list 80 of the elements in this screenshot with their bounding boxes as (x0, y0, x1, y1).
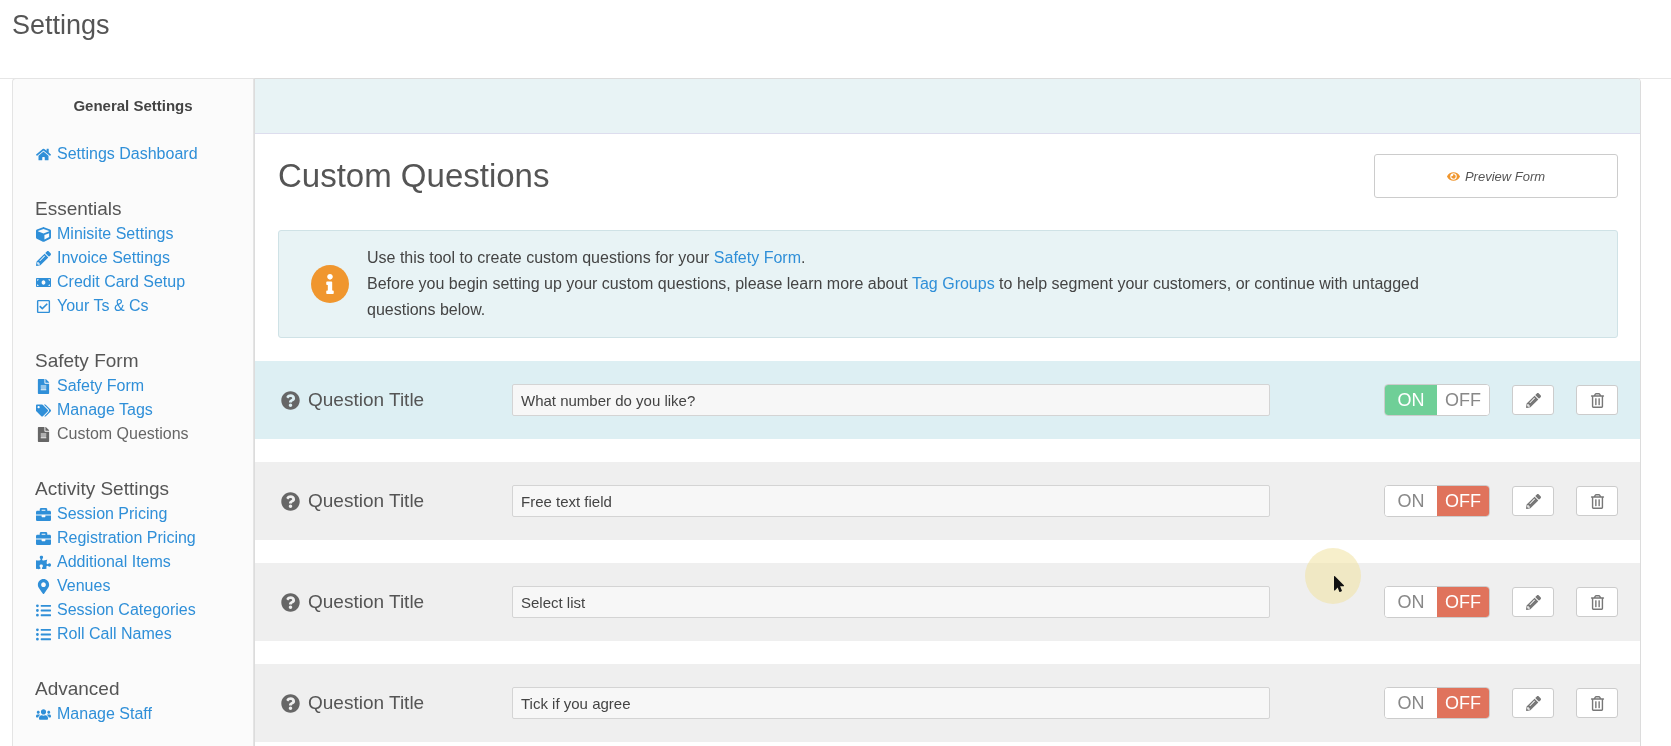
list-icon (35, 602, 51, 618)
question-input[interactable]: Free text field (512, 485, 1270, 517)
delete-button[interactable] (1576, 688, 1618, 718)
cursor-highlight (1305, 548, 1361, 604)
pencil-icon (1525, 594, 1541, 610)
on-off-toggle[interactable]: ON OFF (1384, 384, 1490, 416)
document-icon (35, 378, 51, 394)
sidebar-link[interactable]: Session Pricing (35, 502, 253, 526)
edit-button[interactable] (1512, 688, 1554, 718)
delete-button[interactable] (1576, 587, 1618, 617)
pencil-icon (35, 250, 51, 266)
cursor-icon (1331, 576, 1347, 592)
trash-icon (1589, 695, 1605, 711)
info-text: Use this tool to create custom questions for your Safety Form. Before you begin setting up your custom questions, please learn more about Tag Groups to help segment your customers, or continue with untagged questions below. (367, 248, 1420, 320)
section-heading: Advanced (35, 678, 121, 700)
question-label: Question Title (308, 692, 426, 714)
sidebar-link[interactable]: Manage Tags (35, 398, 253, 422)
help-icon (281, 592, 300, 612)
section-heading: Essentials (35, 198, 123, 220)
delete-button[interactable] (1576, 385, 1618, 415)
sidebar-link[interactable]: Manage Staff (35, 702, 253, 726)
question-input[interactable]: Select list (512, 586, 1270, 618)
home-icon (35, 146, 51, 162)
on-off-toggle[interactable]: ON OFF (1384, 485, 1490, 517)
sidebar-link[interactable]: Credit Card Setup (35, 270, 253, 294)
info-icon (311, 265, 349, 303)
preview-button[interactable]: Preview Form (1374, 154, 1618, 198)
sidebar-link[interactable]: Custom Questions (35, 422, 253, 446)
document-icon (35, 426, 51, 442)
question-label: Question Title (308, 389, 426, 411)
section-heading: Safety Form (35, 350, 140, 372)
sidebar-link[interactable]: Additional Items (35, 550, 253, 574)
briefcase-icon (35, 506, 51, 522)
pencil-icon (1525, 493, 1541, 509)
question-row[interactable]: Question Title Select list ON OFF (255, 563, 1640, 641)
edit-button[interactable] (1512, 587, 1554, 617)
info-link[interactable]: Tag Groups (911, 275, 995, 292)
sidebar-link[interactable]: Minisite Settings (35, 222, 253, 246)
sidebar-link[interactable]: Roll Call Names (35, 622, 253, 646)
question-row[interactable]: Question Title Tick if you agree ON OFF (255, 664, 1640, 742)
section-heading: Activity Settings (35, 478, 171, 500)
tags-icon (35, 402, 51, 418)
page-title: Settings (11, 9, 111, 42)
briefcase-icon (35, 530, 51, 546)
section-title: Custom Questions (278, 157, 550, 195)
question-input[interactable]: What number do you like? (512, 384, 1270, 416)
sidebar-link[interactable]: Safety Form (35, 374, 253, 398)
question-row[interactable]: Question Title Free text field ON OFF (255, 462, 1640, 540)
pencil-icon (1525, 392, 1541, 408)
trash-icon (1589, 392, 1605, 408)
help-icon (281, 491, 300, 511)
checkbox-icon (35, 298, 51, 314)
info-link[interactable]: Safety Form (713, 249, 801, 266)
on-off-toggle[interactable]: ON OFF (1384, 687, 1490, 719)
help-icon (281, 390, 300, 410)
pencil-icon (1525, 695, 1541, 711)
on-off-toggle[interactable]: ON OFF (1384, 586, 1490, 618)
sidebar-title: General Settings (72, 97, 194, 114)
sidebar-link[interactable]: Session Categories (35, 598, 253, 622)
trash-icon (1589, 594, 1605, 610)
sidebar-link[interactable]: Invoice Settings (35, 246, 253, 270)
cube-icon (35, 226, 51, 242)
question-row[interactable]: Question Title What number do you like? ON OFF (255, 361, 1640, 439)
sidebar-link[interactable]: Your Ts & Cs (35, 294, 253, 318)
eye-icon (1446, 169, 1460, 183)
list-icon (35, 626, 51, 642)
map-pin-icon (35, 578, 51, 594)
puzzle-icon (35, 554, 51, 570)
edit-button[interactable] (1512, 486, 1554, 516)
question-input[interactable]: Tick if you agree (512, 687, 1270, 719)
trash-icon (1589, 493, 1605, 509)
sidebar-link[interactable]: Settings Dashboard (35, 142, 253, 166)
sidebar-link[interactable]: Venues (35, 574, 253, 598)
sidebar-link[interactable]: Registration Pricing (35, 526, 253, 550)
users-icon (35, 706, 51, 722)
edit-button[interactable] (1512, 385, 1554, 415)
question-label: Question Title (308, 591, 426, 613)
question-label: Question Title (308, 490, 426, 512)
delete-button[interactable] (1576, 486, 1618, 516)
help-icon (281, 693, 300, 713)
